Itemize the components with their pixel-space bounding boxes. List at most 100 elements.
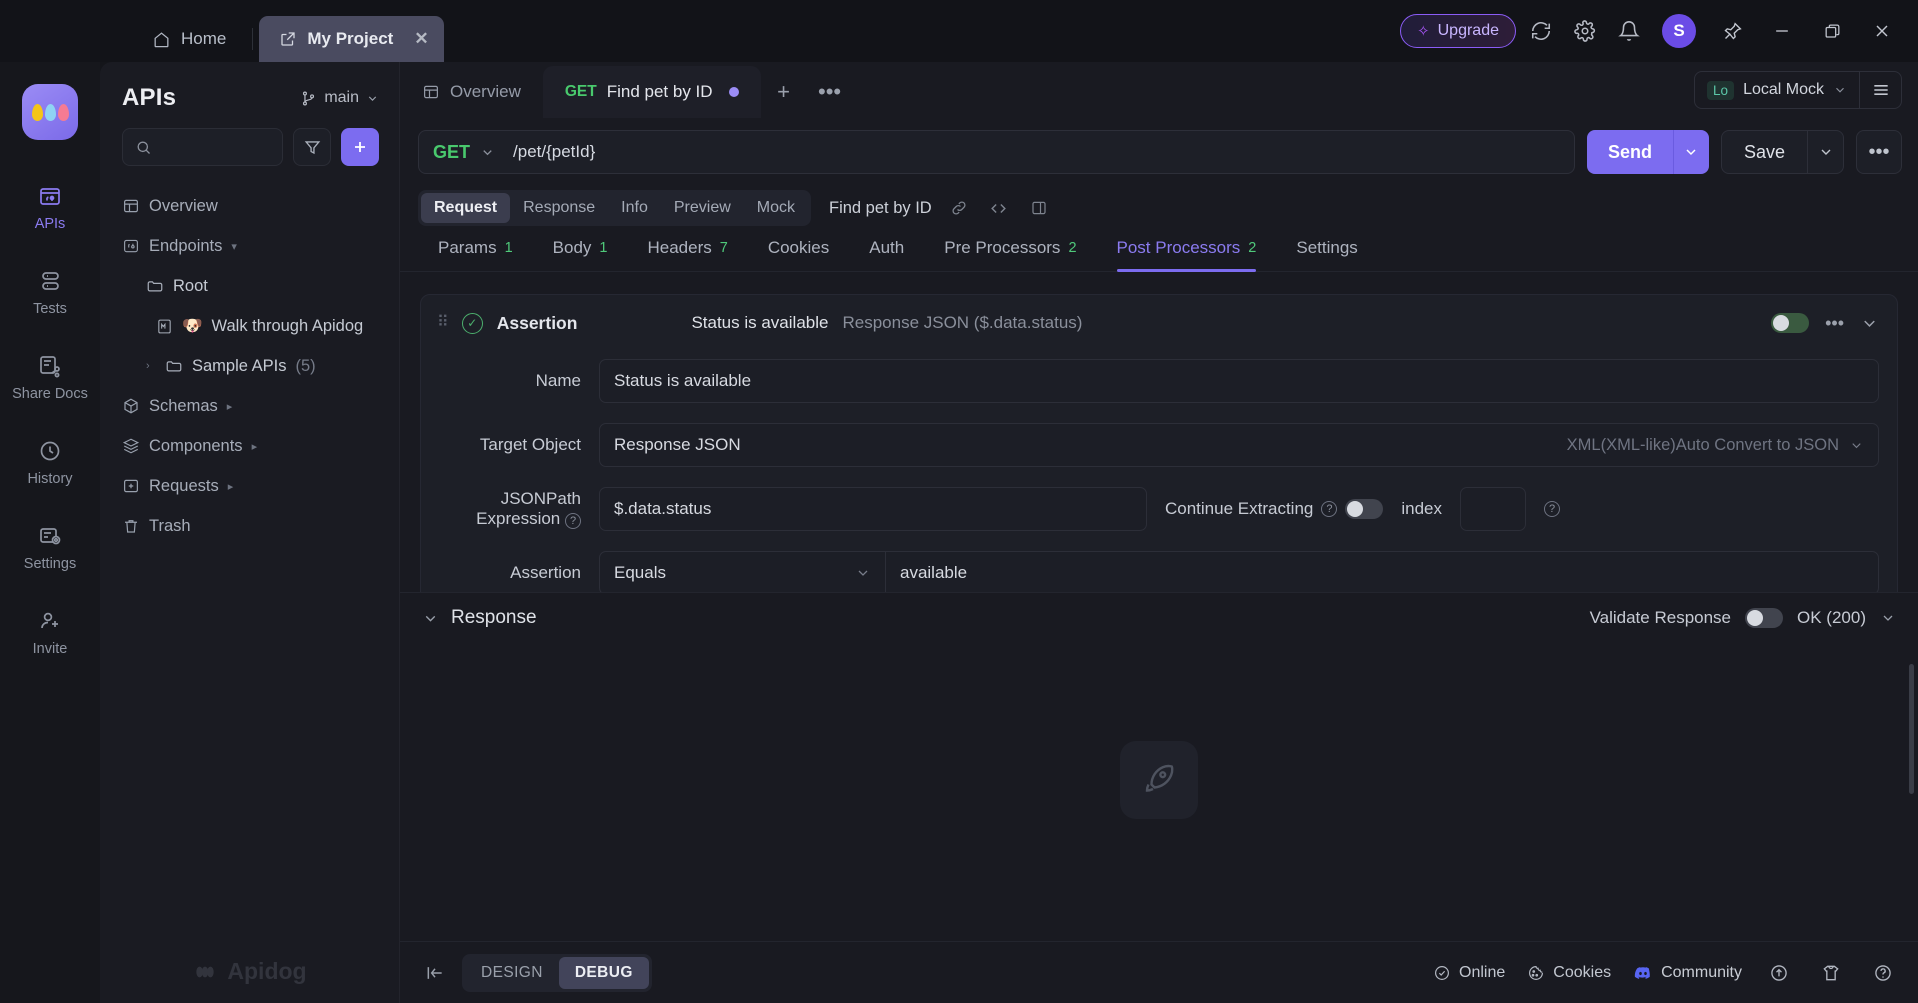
name-field[interactable]: Status is available <box>599 359 1879 403</box>
assertion-collapse-icon[interactable] <box>1860 314 1879 333</box>
pill-response[interactable]: Response <box>510 193 608 223</box>
mode-design[interactable]: DESIGN <box>465 957 559 989</box>
pill-request[interactable]: Request <box>421 193 511 223</box>
assertion-card-header[interactable]: ⠿ ✓ Assertion Status is available Respon… <box>421 295 1897 351</box>
assertion-operator-select[interactable]: Equals <box>599 551 885 592</box>
request-more-button[interactable]: ••• <box>1856 130 1902 174</box>
help-icon[interactable]: ? <box>1544 501 1561 517</box>
target-object-converter[interactable]: XML(XML-like)Auto Convert to JSON <box>1567 436 1864 455</box>
target-object-field[interactable]: Response JSON XML(XML-like)Auto Convert … <box>599 423 1879 467</box>
tree-item-overview[interactable]: Overview <box>110 186 389 226</box>
project-tab[interactable]: My Project ✕ <box>259 16 444 62</box>
chevron-right-icon[interactable]: ▸ <box>252 440 262 453</box>
assertion-enable-toggle[interactable] <box>1771 313 1810 333</box>
tree-item-requests[interactable]: Requests ▸ <box>110 466 389 506</box>
tree-item-components[interactable]: Components ▸ <box>110 426 389 466</box>
upload-icon[interactable] <box>1764 963 1794 983</box>
tab-post-processors[interactable]: Post Processors 2 <box>1097 238 1277 272</box>
mode-debug[interactable]: DEBUG <box>558 956 649 989</box>
method-selector[interactable]: GET <box>433 142 470 163</box>
new-tab-button[interactable]: + <box>761 66 807 118</box>
chevron-down-icon[interactable] <box>1880 610 1896 626</box>
close-tab-icon[interactable]: ✕ <box>411 29 431 49</box>
help-icon[interactable]: ? <box>565 513 581 529</box>
help-icon[interactable]: ? <box>1321 501 1338 517</box>
chevron-right-icon[interactable]: ▸ <box>227 400 237 413</box>
tab-headers[interactable]: Headers 7 <box>627 238 747 271</box>
help-icon[interactable] <box>1868 963 1898 983</box>
avatar[interactable]: S <box>1662 14 1696 48</box>
send-button[interactable]: Send <box>1586 130 1673 174</box>
tab-settings[interactable]: Settings <box>1276 238 1377 271</box>
code-icon[interactable] <box>986 199 1012 218</box>
jsonpath-field[interactable]: $.data.status <box>599 487 1147 531</box>
tab-params[interactable]: Params 1 <box>418 238 533 271</box>
send-options-button[interactable] <box>1672 130 1709 174</box>
maximize-icon[interactable] <box>1810 11 1854 51</box>
tab-overflow-button[interactable]: ••• <box>807 66 853 118</box>
response-scrollbar[interactable] <box>1909 663 1914 794</box>
add-button[interactable] <box>341 128 379 166</box>
doc-tab-overview[interactable]: Overview <box>400 66 543 118</box>
pill-preview[interactable]: Preview <box>661 193 744 223</box>
sync-icon[interactable] <box>1522 12 1560 50</box>
validate-response-toggle[interactable] <box>1745 608 1784 628</box>
search-input[interactable] <box>160 138 270 156</box>
url-field-wrapper[interactable]: GET <box>418 130 1575 174</box>
filter-button[interactable] <box>293 128 331 166</box>
tab-body[interactable]: Body 1 <box>533 238 628 271</box>
rail-item-invite[interactable]: Invite <box>0 597 100 668</box>
window-tab-strip: Home My Project ✕ <box>0 0 444 62</box>
url-input[interactable] <box>513 142 1560 162</box>
tree-item-walk-through-apidog[interactable]: 🐶 Walk through Apidog <box>110 306 389 346</box>
minimize-icon[interactable] <box>1760 11 1804 51</box>
rail-item-history[interactable]: History <box>0 427 100 498</box>
rail-item-apis[interactable]: APIs <box>0 172 100 243</box>
check-circle-icon[interactable]: ✓ <box>461 312 483 334</box>
chevron-down-icon[interactable]: ▾ <box>231 240 241 253</box>
branch-selector[interactable]: main <box>300 89 379 107</box>
gear-icon[interactable] <box>1566 12 1604 50</box>
project-tab-label: My Project <box>307 29 394 48</box>
rail-item-tests[interactable]: Tests <box>0 257 100 328</box>
tab-cookies[interactable]: Cookies <box>748 238 849 271</box>
link-icon[interactable] <box>946 199 972 217</box>
pill-info[interactable]: Info <box>608 193 661 223</box>
assertion-expected-value-field[interactable]: available <box>885 551 1879 592</box>
tree-item-sample-apis[interactable]: › Sample APIs (5) <box>110 346 389 386</box>
tab-auth[interactable]: Auth <box>849 238 924 271</box>
shirt-icon[interactable] <box>1816 963 1846 983</box>
pill-mock[interactable]: Mock <box>744 193 808 223</box>
tree-item-endpoints[interactable]: Endpoints ▾ <box>110 226 389 266</box>
drag-handle-icon[interactable]: ⠿ <box>437 314 449 330</box>
environment-menu-button[interactable] <box>1860 71 1902 109</box>
community-link[interactable]: Community <box>1633 963 1742 983</box>
collapse-left-icon[interactable] <box>420 963 450 983</box>
pin-icon[interactable] <box>1710 11 1754 51</box>
assertion-more-button[interactable]: ••• <box>1825 313 1844 334</box>
online-status[interactable]: Online <box>1433 964 1505 982</box>
continue-extracting-toggle[interactable] <box>1345 499 1384 519</box>
chevron-right-icon[interactable]: ▸ <box>228 480 238 493</box>
environment-selector[interactable]: Lo Local Mock <box>1694 71 1860 109</box>
chevron-down-icon[interactable] <box>480 145 495 160</box>
close-icon[interactable] <box>1860 11 1904 51</box>
chevron-right-icon[interactable]: › <box>146 360 156 372</box>
panel-icon[interactable] <box>1026 199 1052 217</box>
home-tab[interactable]: Home <box>132 16 246 62</box>
cookies-status[interactable]: Cookies <box>1527 964 1611 982</box>
rail-item-settings[interactable]: Settings <box>0 512 100 583</box>
rail-item-share-docs[interactable]: Share Docs <box>0 342 100 413</box>
search-box[interactable] <box>122 128 283 166</box>
upgrade-button[interactable]: ✧ Upgrade <box>1400 14 1516 48</box>
save-options-button[interactable] <box>1808 130 1844 174</box>
tree-item-root[interactable]: Root <box>110 266 389 306</box>
tree-item-trash[interactable]: Trash <box>110 506 389 546</box>
tree-item-schemas[interactable]: Schemas ▸ <box>110 386 389 426</box>
response-collapse-icon[interactable] <box>422 610 439 627</box>
doc-tab-find-pet-by-id[interactable]: GET Find pet by ID <box>542 66 761 118</box>
save-button[interactable]: Save <box>1720 130 1808 174</box>
bell-icon[interactable] <box>1610 12 1648 50</box>
tab-pre-processors[interactable]: Pre Processors 2 <box>924 238 1096 271</box>
index-input[interactable] <box>1460 487 1527 531</box>
